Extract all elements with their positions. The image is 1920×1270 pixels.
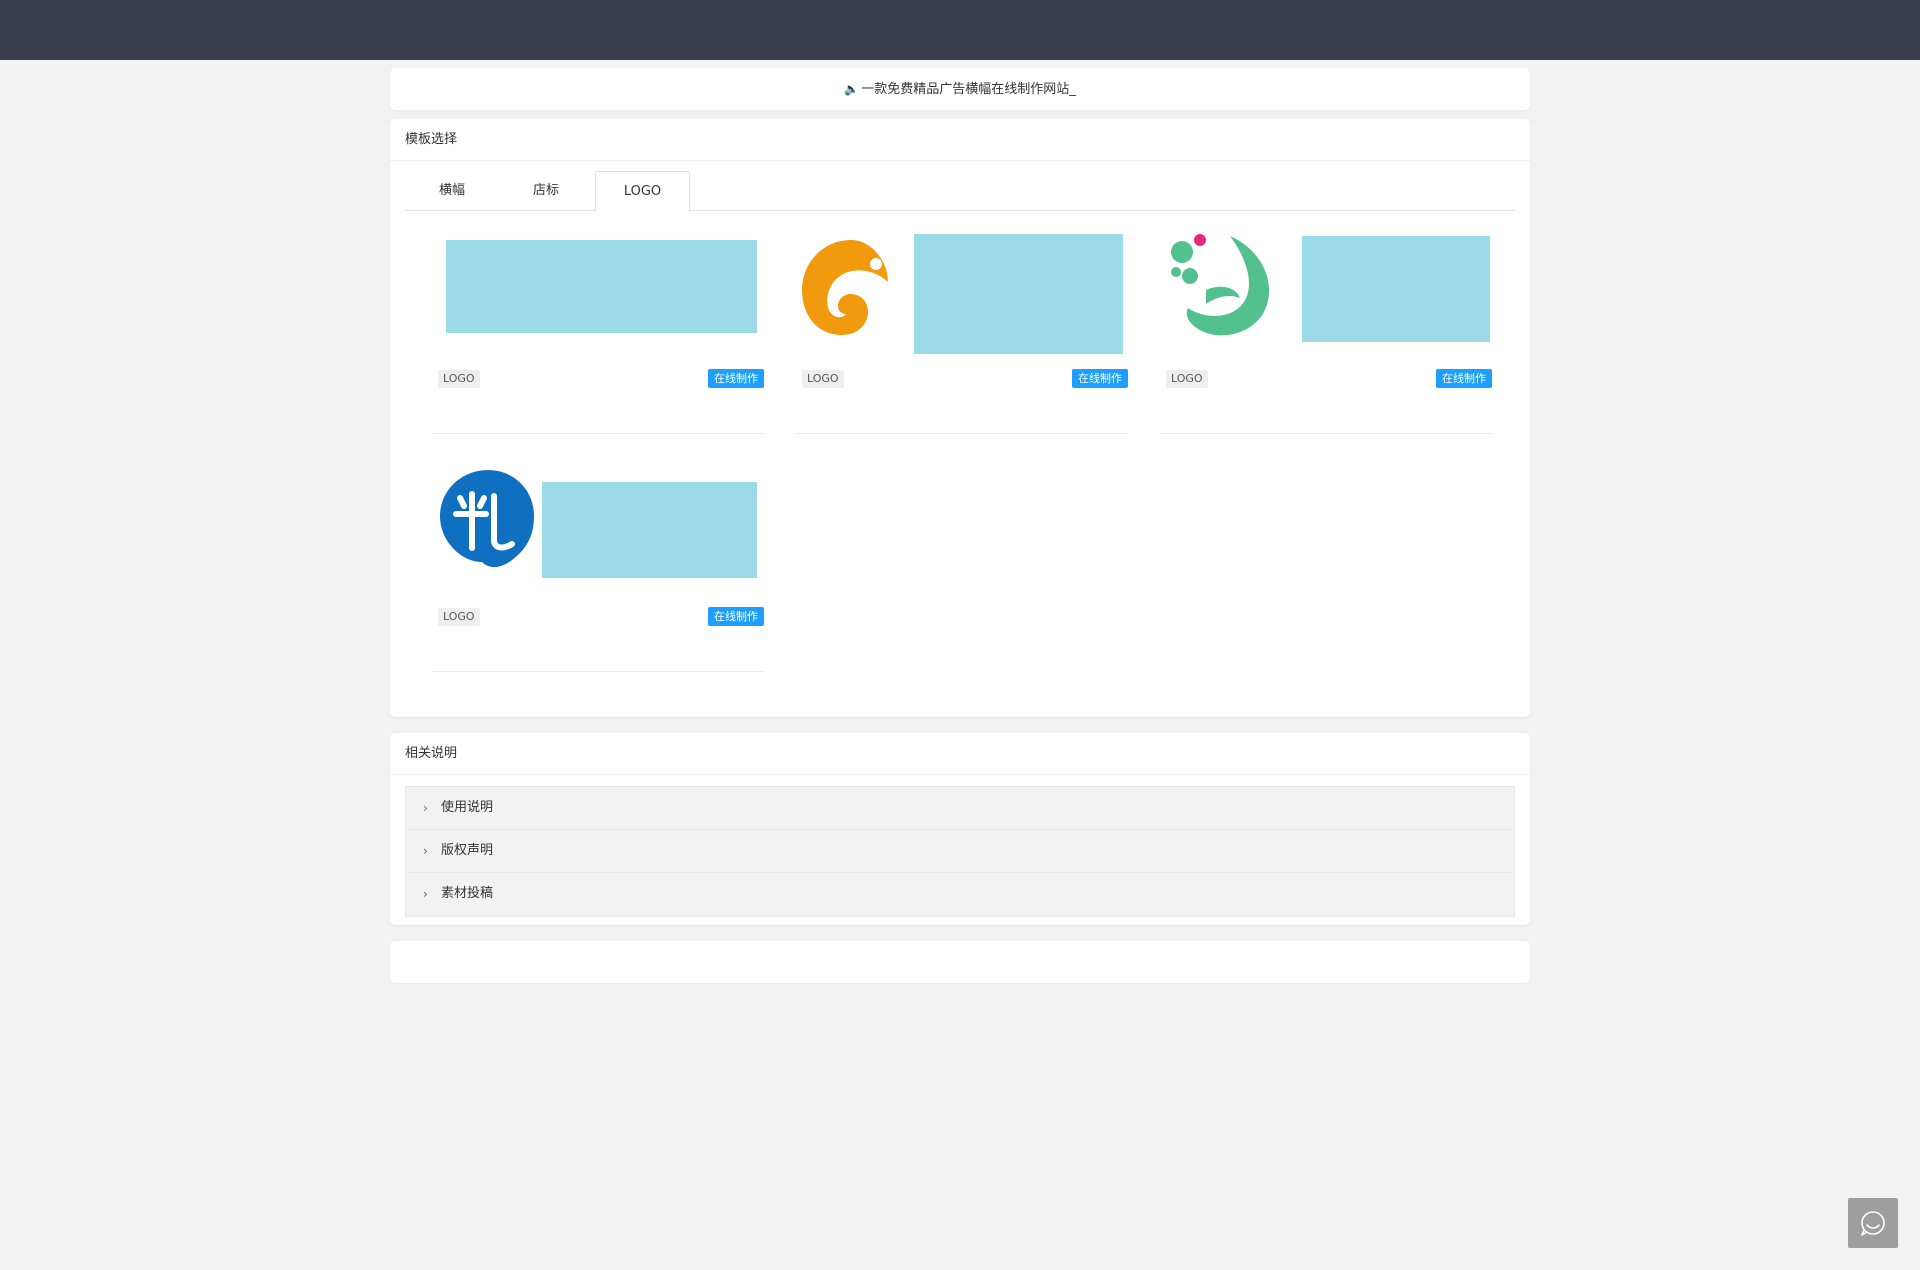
- template-panel-title: 模板选择: [390, 119, 1530, 161]
- template-tag: LOGO: [802, 370, 844, 388]
- chat-float-button[interactable]: [1848, 1198, 1898, 1248]
- template-panel: 模板选择 横幅 店标 LOGO LOGO 在线制作 LOGO 在线制作 LOGO…: [390, 119, 1530, 717]
- collapse-item-usage[interactable]: › 使用说明: [406, 787, 1514, 830]
- collapse-item-label: 素材投稿: [441, 886, 494, 901]
- collapse-item-label: 使用说明: [441, 800, 494, 815]
- template-tag: LOGO: [1166, 370, 1208, 388]
- tab-banner[interactable]: 横幅: [405, 171, 499, 212]
- speaker-icon: 🔈: [844, 82, 860, 96]
- info-panel-title: 相关说明: [390, 733, 1530, 775]
- template-thumbnail[interactable]: [432, 224, 764, 374]
- make-online-button[interactable]: 在线制作: [1436, 369, 1492, 388]
- template-tabs: 横幅 店标 LOGO: [405, 171, 1515, 212]
- template-thumbnail[interactable]: [1160, 224, 1492, 374]
- logo-image: [446, 240, 757, 333]
- tab-logo[interactable]: LOGO: [595, 171, 690, 212]
- info-collapse: › 使用说明 › 版权声明 › 素材投稿: [405, 786, 1515, 917]
- template-item: LOGO 在线制作: [432, 224, 764, 434]
- make-online-button[interactable]: 在线制作: [1072, 369, 1128, 388]
- orange-swirl-logo-icon: [802, 234, 1123, 354]
- make-online-button[interactable]: 在线制作: [708, 607, 764, 626]
- notice-banner: 🔈 一款免费精品广告横幅在线制作网站_: [390, 68, 1530, 110]
- green-dots-logo-icon: [1171, 234, 1490, 342]
- template-item: LOGO 在线制作: [432, 462, 764, 672]
- template-thumbnail[interactable]: [796, 224, 1128, 374]
- top-navbar: [0, 0, 1920, 60]
- collapse-item-copyright[interactable]: › 版权声明: [406, 830, 1514, 873]
- template-tag: LOGO: [438, 608, 480, 626]
- collapse-item-submission[interactable]: › 素材投稿: [406, 873, 1514, 916]
- collapse-item-label: 版权声明: [441, 843, 494, 858]
- template-item: LOGO 在线制作: [1160, 224, 1492, 434]
- chat-icon: [1861, 1211, 1885, 1236]
- chevron-right-icon: ›: [423, 887, 428, 901]
- notice-text: 一款免费精品广告横幅在线制作网站_: [861, 82, 1076, 97]
- tab-shop-sign[interactable]: 店标: [499, 171, 593, 212]
- chevron-right-icon: ›: [423, 844, 428, 858]
- info-panel: 相关说明 › 使用说明 › 版权声明 › 素材投稿: [390, 733, 1530, 925]
- make-online-button[interactable]: 在线制作: [708, 369, 764, 388]
- template-item: LOGO 在线制作: [796, 224, 1128, 434]
- template-tag: LOGO: [438, 370, 480, 388]
- chevron-right-icon: ›: [423, 801, 428, 815]
- footer-card: [390, 941, 1530, 983]
- blue-rice-logo-icon: [440, 470, 757, 578]
- template-thumbnail[interactable]: [432, 462, 764, 612]
